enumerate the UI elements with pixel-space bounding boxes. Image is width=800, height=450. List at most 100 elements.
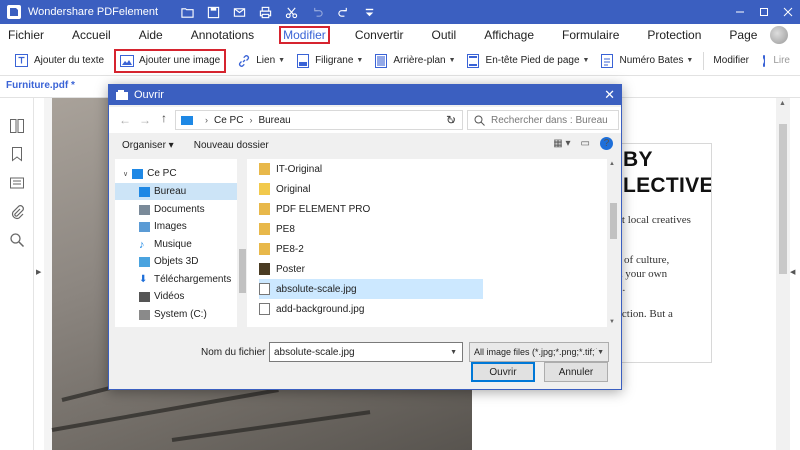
collapse-right-icon[interactable]: ◀: [790, 268, 795, 276]
view-options-icon[interactable]: ▦ ▾: [553, 138, 570, 149]
edit-mode-label: Modifier: [713, 50, 749, 72]
document-scrollbar[interactable]: ▲: [776, 98, 790, 450]
folder-icon: [259, 203, 270, 215]
edit-read-toggle[interactable]: [752, 54, 766, 67]
open-folder-icon[interactable]: [174, 0, 200, 24]
undo-icon[interactable]: [304, 0, 330, 24]
nav-item-label: Vidéos: [154, 291, 185, 302]
customize-icon[interactable]: [356, 0, 382, 24]
avatar[interactable]: [770, 26, 788, 44]
save-icon[interactable]: [200, 0, 226, 24]
nav-item-images[interactable]: Images: [115, 218, 245, 235]
watermark-button[interactable]: Filigrane ▼: [295, 50, 363, 72]
watermark-icon: [295, 53, 310, 68]
breadcrumb-ce-pc[interactable]: Ce PC: [214, 115, 243, 126]
search-input[interactable]: Rechercher dans : Bureau: [467, 110, 619, 130]
bates-number-button[interactable]: Numéro Bates ▼: [599, 50, 693, 72]
list-item[interactable]: add-background.jpg: [259, 299, 483, 319]
menu-page[interactable]: Page: [726, 26, 760, 44]
back-arrow-icon[interactable]: ←: [119, 113, 131, 127]
add-image-button[interactable]: Ajouter une image: [114, 48, 227, 73]
chevron-down-icon[interactable]: ▼: [450, 349, 457, 356]
new-folder-button[interactable]: Nouveau dossier: [194, 140, 269, 151]
chevron-down-icon: ▼: [278, 57, 286, 64]
menu-fichier[interactable]: Fichier: [5, 26, 47, 44]
document-body-line: et local creatives: [617, 214, 691, 226]
header-footer-button[interactable]: En-tête Pied de page ▼: [466, 50, 589, 72]
nav-item-telechargements[interactable]: ⬇ Téléchargements: [115, 271, 245, 288]
nav-item-documents[interactable]: Documents: [115, 201, 245, 218]
help-icon[interactable]: ?: [600, 137, 613, 150]
print-icon[interactable]: [252, 0, 278, 24]
list-item[interactable]: PE8-2: [259, 239, 483, 259]
header-label: En-tête: [485, 55, 518, 66]
refresh-icon[interactable]: ↻: [440, 111, 462, 129]
scrollbar-thumb[interactable]: [239, 249, 246, 293]
open-button[interactable]: Ouvrir: [471, 362, 535, 382]
email-icon[interactable]: [226, 0, 252, 24]
cut-icon[interactable]: [278, 0, 304, 24]
file-list-scrollbar[interactable]: ▲ ▼: [607, 159, 619, 327]
read-mode-text: Lire: [773, 55, 790, 66]
address-bar[interactable]: › Ce PC › Bureau ∨: [175, 110, 463, 130]
background-button[interactable]: Arrière-plan ▼: [373, 50, 456, 72]
dialog-close-icon[interactable]: ✕: [604, 87, 615, 103]
menu-modifier[interactable]: Modifier: [279, 26, 330, 44]
link-button[interactable]: Lien ▼: [236, 50, 285, 72]
attachment-icon[interactable]: [9, 204, 25, 220]
up-arrow-icon[interactable]: ↑: [161, 111, 167, 125]
scroll-up-icon[interactable]: ▲: [609, 161, 615, 167]
nav-item-objets-3d[interactable]: Objets 3D: [115, 253, 245, 270]
thumbnails-icon[interactable]: [9, 118, 25, 134]
navigation-scrollbar[interactable]: [237, 159, 247, 327]
nav-item-musique[interactable]: ♪ Musique: [115, 236, 245, 253]
list-item[interactable]: IT-Original: [259, 159, 483, 179]
chevron-down-icon: ▼: [686, 57, 694, 64]
scroll-down-icon[interactable]: ▼: [609, 319, 615, 325]
menu-protection[interactable]: Protection: [644, 26, 704, 44]
scrollbar-thumb[interactable]: [779, 124, 787, 274]
document-tab[interactable]: Furniture.pdf *: [6, 80, 75, 91]
list-item[interactable]: Original: [259, 179, 483, 199]
redo-icon[interactable]: [330, 0, 356, 24]
forward-arrow-icon[interactable]: →: [139, 113, 151, 127]
menu-outil[interactable]: Outil: [429, 26, 460, 44]
list-item[interactable]: absolute-scale.jpg: [259, 279, 483, 299]
breadcrumb-bureau[interactable]: Bureau: [258, 115, 290, 126]
add-text-label: Ajouter du texte: [34, 55, 105, 66]
cancel-button[interactable]: Annuler: [544, 362, 608, 382]
add-text-button[interactable]: Ajouter du texte: [14, 50, 104, 72]
list-item[interactable]: PDF ELEMENT PRO: [259, 199, 483, 219]
maximize-icon[interactable]: [752, 0, 776, 24]
scrollbar-thumb[interactable]: [610, 203, 617, 239]
scroll-up-icon[interactable]: ▲: [779, 100, 786, 107]
chevron-down-icon: ▼: [595, 348, 604, 356]
close-icon[interactable]: [776, 0, 800, 24]
menu-convertir[interactable]: Convertir: [352, 26, 407, 44]
preview-pane-icon[interactable]: ▭: [581, 138, 590, 149]
bookmark-icon[interactable]: [9, 146, 25, 162]
search-icon[interactable]: [9, 232, 25, 248]
nav-item-bureau[interactable]: Bureau: [115, 183, 245, 200]
pc-icon: [132, 168, 144, 179]
menu-formulaire[interactable]: Formulaire: [559, 26, 622, 44]
nav-item-videos[interactable]: Vidéos: [115, 288, 245, 305]
menu-aide[interactable]: Aide: [136, 26, 166, 44]
file-name: PDF ELEMENT PRO: [276, 203, 371, 215]
menu-annotations[interactable]: Annotations: [188, 26, 257, 44]
comment-icon[interactable]: [9, 176, 25, 192]
file-type-select[interactable]: All image files (*.jpg;*.png;*.tif;* ▼: [469, 342, 609, 362]
list-item[interactable]: Poster: [259, 259, 483, 279]
folder-icon: [259, 163, 270, 175]
organize-label: Organiser: [122, 139, 166, 151]
collapse-left-icon[interactable]: ▶: [36, 268, 41, 276]
organize-button[interactable]: Organiser ▾: [122, 140, 174, 151]
list-item[interactable]: PE8: [259, 219, 483, 239]
photo-plank: [171, 410, 371, 442]
nav-item-system-c[interactable]: System (C:): [115, 306, 245, 323]
nav-item-ce-pc[interactable]: ∨ Ce PC: [115, 165, 245, 182]
menu-affichage[interactable]: Affichage: [481, 26, 537, 44]
filename-input[interactable]: absolute-scale.jpg ▼: [269, 342, 463, 362]
menu-accueil[interactable]: Accueil: [69, 26, 114, 44]
minimize-icon[interactable]: [728, 0, 752, 24]
